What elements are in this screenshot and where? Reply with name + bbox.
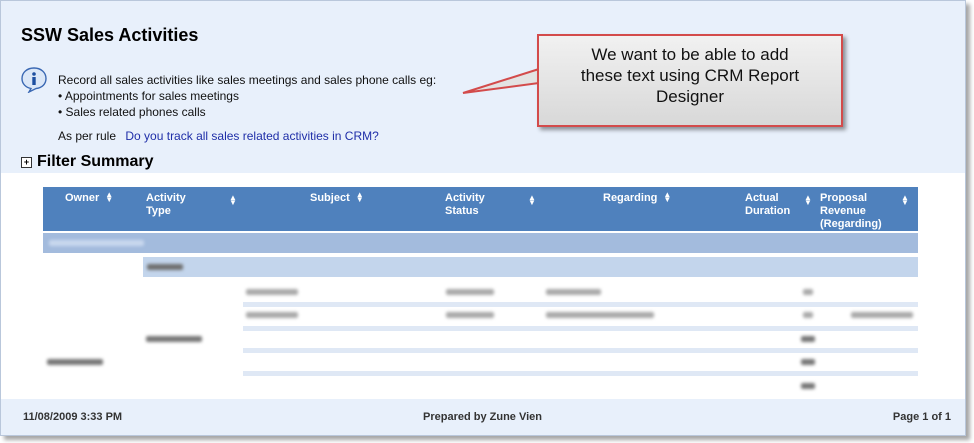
redacted-text	[246, 312, 298, 318]
redacted-text	[147, 264, 183, 270]
expand-icon[interactable]: +	[21, 156, 32, 168]
column-header-proposal-revenue[interactable]: Proposal Revenue (Regarding)	[820, 192, 882, 231]
row-divider	[243, 371, 918, 376]
sort-icon[interactable]: ▲ ▼	[105, 191, 113, 204]
footer-prepared-by: Prepared by Zune Vien	[423, 411, 543, 423]
report-title: SSW Sales Activities	[21, 25, 199, 45]
callout-line: Designer	[655, 87, 725, 106]
info-line: • Sales related phones calls	[58, 105, 206, 119]
rule-link[interactable]: Do you track all sales related activitie…	[125, 129, 378, 143]
group-row-activity-type	[143, 257, 918, 277]
redacted-text	[803, 312, 813, 318]
table-header: Owner ▲ ▼ Activity Type ▲ ▼ Subject ▲ ▼ Activi…	[43, 187, 918, 231]
redacted-text	[851, 312, 913, 318]
sort-icon[interactable]: ▲ ▼	[901, 194, 909, 207]
info-line: • Appointments for sales meetings	[58, 89, 239, 103]
column-header-activity-status[interactable]: Activity Status	[445, 192, 485, 218]
info-line: Record all sales activities like sales m…	[58, 73, 437, 87]
sort-icon[interactable]: ▲ ▼	[663, 191, 671, 204]
column-header-actual-duration[interactable]: Actual Duration	[745, 192, 790, 218]
filter-summary-label: Filter Summary	[37, 153, 154, 170]
annotation-callout: We want to be able to add these text usi…	[537, 34, 843, 127]
report-window: SSW Sales Activities Record all sales ac…	[0, 0, 966, 436]
row-divider	[243, 326, 918, 331]
info-icon	[21, 67, 47, 93]
redacted-text	[546, 289, 601, 295]
row-divider	[243, 348, 918, 353]
redacted-text	[801, 336, 815, 342]
callout-line: these text using CRM Report	[580, 66, 800, 85]
callout-line: We want to be able to add	[591, 45, 789, 64]
row-divider	[243, 302, 918, 307]
redacted-text	[546, 312, 654, 318]
redacted-text	[146, 336, 202, 342]
report-footer: 11/08/2009 3:33 PM Prepared by Zune Vien…	[1, 399, 965, 435]
column-header-activity-type[interactable]: Activity Type	[146, 192, 186, 218]
redacted-text	[49, 240, 144, 246]
column-header-subject[interactable]: Subject ▲ ▼	[310, 191, 364, 205]
redacted-text	[446, 312, 494, 318]
footer-page: Page 1 of 1	[892, 411, 951, 423]
redacted-text	[801, 359, 815, 365]
info-text: Record all sales activities like sales m…	[58, 72, 436, 120]
filter-summary-toggle[interactable]: + Filter Summary	[21, 153, 153, 171]
redacted-text	[47, 359, 103, 365]
rule-line: As per rule Do you track all sales relat…	[58, 129, 379, 143]
column-header-regarding[interactable]: Regarding ▲ ▼	[603, 191, 671, 205]
redacted-text	[801, 383, 815, 389]
sort-icon[interactable]: ▲ ▼	[804, 194, 812, 207]
redacted-text	[446, 289, 494, 295]
redacted-text	[246, 289, 298, 295]
column-header-owner[interactable]: Owner ▲ ▼	[65, 191, 113, 205]
group-row-owner	[43, 233, 918, 253]
sort-icon[interactable]: ▲ ▼	[356, 191, 364, 204]
footer-date: 11/08/2009 3:33 PM	[23, 411, 123, 423]
sort-icon[interactable]: ▲ ▼	[229, 194, 237, 207]
redacted-text	[803, 289, 813, 295]
sort-icon[interactable]: ▲ ▼	[528, 194, 536, 207]
rule-prefix: As per rule	[58, 129, 117, 143]
